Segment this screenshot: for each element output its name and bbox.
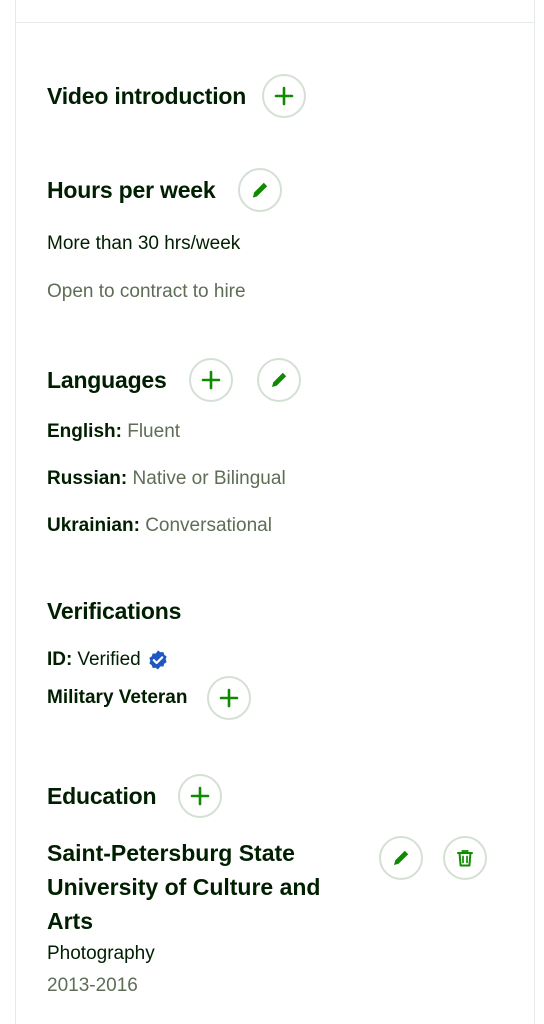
language-level: Conversational — [145, 515, 272, 536]
id-status: Verified — [77, 649, 141, 670]
languages-title: Languages — [47, 366, 167, 393]
delete-education-button[interactable] — [443, 836, 487, 880]
add-education-button[interactable] — [178, 774, 223, 818]
verifications-section: Verifications ID: Verified Military Vete… — [47, 596, 544, 720]
verifications-title: Verifications — [47, 598, 182, 624]
plus-icon — [274, 86, 294, 106]
edit-languages-button[interactable] — [256, 358, 301, 402]
hours-per-week-title: Hours per week — [47, 176, 216, 203]
language-name: Russian: — [47, 468, 128, 489]
video-introduction-title: Video introduction — [47, 82, 247, 109]
hours-per-week-section: Hours per week More than 30 hrs/week Ope… — [47, 166, 544, 304]
video-introduction-section: Video introduction — [47, 72, 544, 120]
edit-education-button[interactable] — [379, 836, 423, 880]
edit-hours-button[interactable] — [237, 168, 282, 212]
language-level: Native or Bilingual — [132, 468, 286, 489]
plus-icon — [201, 370, 220, 390]
education-years: 2013-2016 — [47, 975, 138, 996]
education-title: Education — [47, 782, 157, 809]
languages-section: Languages English: Fluent Russian: Nativ… — [47, 356, 544, 538]
contract-to-hire-note: Open to contract to hire — [47, 281, 246, 302]
id-label: ID: — [47, 649, 73, 670]
id-verification-row: ID: Verified — [47, 648, 544, 672]
divider — [16, 22, 534, 23]
pencil-icon — [394, 850, 409, 865]
pencil-icon — [271, 372, 286, 387]
add-video-introduction-button[interactable] — [262, 74, 307, 118]
trash-icon — [457, 850, 473, 867]
add-military-veteran-button[interactable] — [207, 676, 252, 720]
language-item: Russian: Native or Bilingual — [47, 467, 544, 491]
field-of-study: Photography — [47, 943, 155, 964]
language-level: Fluent — [127, 421, 181, 442]
language-item: Ukrainian: Conversational — [47, 514, 544, 538]
language-item: English: Fluent — [47, 420, 544, 444]
language-name: English: — [47, 421, 122, 442]
military-veteran-row: Military Veteran — [47, 676, 544, 720]
education-entry: Saint-Petersburg State University of Cul… — [47, 836, 544, 998]
plus-icon — [220, 688, 239, 708]
plus-icon — [191, 786, 210, 806]
school-name: Saint-Petersburg State University of Cul… — [47, 840, 321, 934]
military-veteran-label: Military Veteran — [47, 687, 188, 708]
add-language-button[interactable] — [188, 358, 233, 402]
education-section: Education — [47, 772, 544, 820]
hours-value: More than 30 hrs/week — [47, 233, 241, 254]
pencil-icon — [252, 182, 267, 198]
verified-badge-icon — [149, 650, 167, 670]
language-name: Ukrainian: — [47, 515, 140, 536]
